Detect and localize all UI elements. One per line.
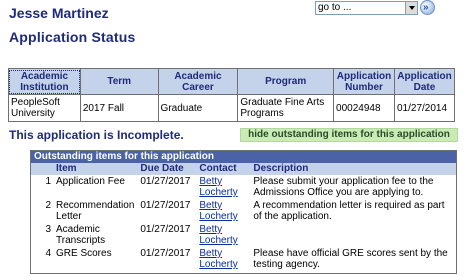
go-button[interactable]: » [420, 0, 435, 15]
item-description: Please submit your application fee to th… [253, 176, 434, 198]
col-header-description: Description [250, 163, 456, 175]
item-contact: Betty Locherty [196, 175, 250, 199]
item-contact: Betty Locherty [196, 247, 250, 271]
item-description: A recommendation letter is required as p… [253, 200, 445, 222]
col-header-item: Item [53, 163, 138, 175]
item-description: Please have official GRE scores sent by … [253, 248, 448, 270]
col-header-num [31, 163, 53, 175]
user-name: Jesse Martinez [9, 5, 109, 21]
double-arrow-icon: » [423, 2, 429, 13]
table-row: 4 GRE Scores 01/27/2017 Betty Locherty P… [31, 247, 456, 271]
goto-select-value: go to ... [318, 2, 352, 13]
col-header-term: Term [79, 68, 159, 95]
col-header-institution[interactable]: Academic Institution [8, 68, 81, 95]
table-row: 1 Application Fee 01/27/2017 Betty Loche… [31, 175, 456, 199]
table-row: 3 Academic Transcripts 01/27/2017 Betty … [31, 223, 456, 247]
item-description [250, 223, 456, 247]
status-message: This application is Incomplete. [9, 128, 184, 142]
row-number: 3 [45, 224, 51, 235]
item-due-date: 01/27/2017 [140, 176, 191, 187]
item-name: Application Fee [56, 176, 125, 187]
outstanding-items-table: Item Due Date Contact Description 1 Appl… [31, 163, 456, 271]
item-name: Recommendation Letter [56, 200, 135, 222]
application-table: Academic Institution Term Academic Caree… [8, 68, 456, 122]
item-name: GRE Scores [56, 248, 112, 259]
application-table-header-row: Academic Institution Term Academic Caree… [8, 68, 456, 95]
contact-link[interactable]: Betty Locherty [199, 248, 237, 270]
cell-institution: PeopleSoft University [8, 94, 81, 122]
cell-app-number: 00024948 [333, 94, 395, 122]
outstanding-header-row: Item Due Date Contact Description [31, 163, 456, 175]
page-title: Application Status [9, 29, 136, 45]
col-header-app-date: Application Date [393, 68, 456, 95]
row-number: 2 [45, 200, 51, 211]
col-header-program: Program [237, 68, 335, 95]
table-row: 2 Recommendation Letter 01/27/2017 Betty… [31, 199, 456, 223]
contact-link[interactable]: Betty Locherty [199, 176, 237, 198]
col-header-contact: Contact [196, 163, 251, 175]
col-header-career: Academic Career [157, 68, 239, 95]
goto-select[interactable]: go to ... [315, 1, 418, 15]
item-due-date: 01/27/2017 [140, 200, 191, 211]
chevron-down-icon [409, 6, 415, 10]
cell-term: 2017 Fall [79, 94, 159, 122]
hide-outstanding-items-button[interactable]: hide outstanding items for this applicat… [240, 128, 458, 142]
col-header-app-number: Application Number [333, 68, 395, 95]
item-due-date: 01/27/2017 [140, 248, 191, 259]
row-number: 1 [45, 176, 51, 187]
outstanding-items-title: Outstanding items for this application [31, 151, 456, 163]
item-contact: Betty Locherty [196, 223, 250, 247]
contact-link[interactable]: Betty Locherty [199, 200, 237, 222]
cell-career: Graduate [157, 94, 239, 122]
table-row: PeopleSoft University 2017 Fall Graduate… [8, 94, 456, 122]
item-name: Academic Transcripts [56, 224, 106, 246]
cell-program: Graduate Fine Arts Programs [237, 94, 335, 122]
item-due-date: 01/27/2017 [140, 224, 191, 235]
contact-link[interactable]: Betty Locherty [199, 224, 237, 246]
row-number: 4 [45, 248, 51, 259]
outstanding-items-panel: Outstanding items for this application I… [30, 150, 457, 274]
dropdown-arrow-button[interactable] [405, 2, 417, 14]
item-contact: Betty Locherty [196, 199, 250, 223]
col-header-due-date: Due Date [137, 163, 197, 175]
cell-app-date: 01/27/2014 [393, 94, 456, 122]
